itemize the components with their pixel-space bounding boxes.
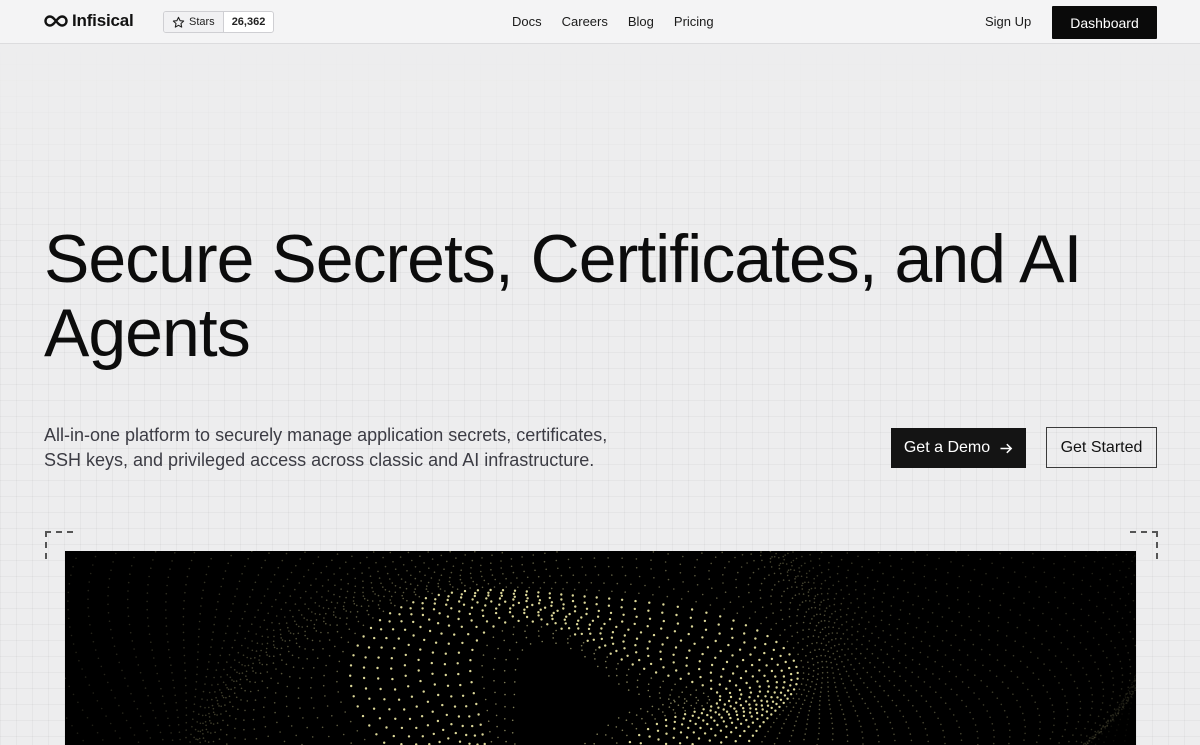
nav-careers[interactable]: Careers (562, 14, 608, 29)
particle-wave-graphic (65, 551, 1136, 745)
logo-text: Infisical (72, 11, 134, 30)
top-navbar: Infisical Stars 26,362 Docs Careers Blog… (0, 0, 1200, 44)
get-demo-button[interactable]: Get a Demo (891, 428, 1026, 468)
nav-docs[interactable]: Docs (512, 14, 542, 29)
signup-link[interactable]: Sign Up (985, 14, 1031, 29)
hero-subtitle: All-in-one platform to securely manage a… (44, 425, 608, 470)
star-icon (172, 16, 185, 28)
hero-title: Secure Secrets, Certificates, and AI Age… (44, 221, 1082, 371)
get-demo-label: Get a Demo (903, 439, 991, 456)
arrow-right-icon (1000, 443, 1013, 453)
nav-blog[interactable]: Blog (628, 14, 654, 29)
dashboard-button[interactable]: Dashboard (1052, 6, 1157, 39)
github-stars-badge[interactable]: Stars 26,362 (163, 11, 275, 33)
background-fade (0, 44, 1200, 244)
logo[interactable]: Infisical (44, 11, 134, 31)
stars-label: Stars (189, 16, 215, 28)
get-started-button[interactable]: Get Started (1046, 427, 1157, 468)
stars-count: 26,362 (231, 16, 266, 28)
nav-pricing[interactable]: Pricing (674, 14, 714, 29)
infinity-logo-icon (44, 15, 68, 27)
hero-particle-visual (65, 551, 1136, 745)
github-stars-button[interactable]: Stars (164, 12, 224, 32)
main-nav: Docs Careers Blog Pricing (512, 14, 714, 29)
